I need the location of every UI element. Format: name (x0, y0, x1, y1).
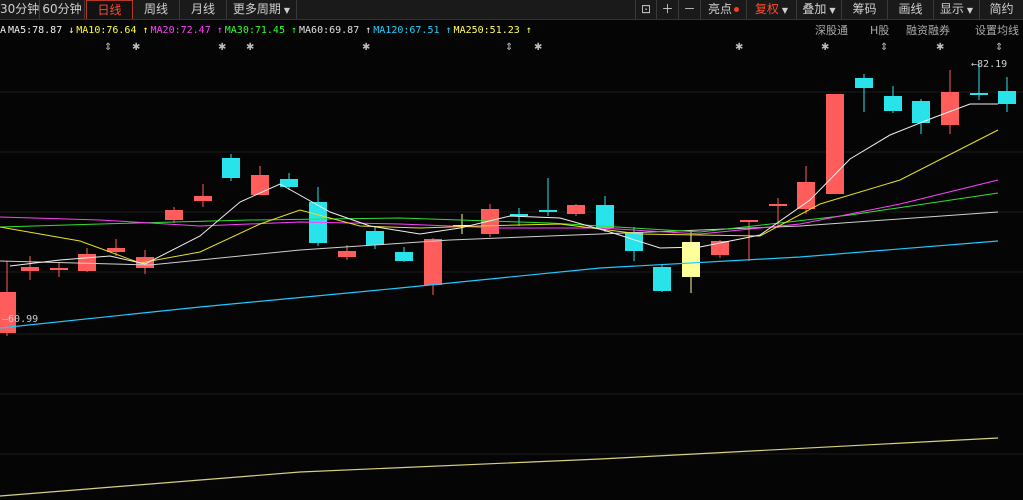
minus-icon[interactable]: － (679, 0, 701, 19)
adjust-dropdown[interactable]: 复权 ▼ (747, 0, 797, 19)
ma-legend-item: MA5:78.87 ↓ (8, 25, 75, 36)
marker-star-icon[interactable]: ✱ (218, 42, 226, 53)
marker-star-icon[interactable]: ✱ (362, 42, 370, 53)
display-dropdown[interactable]: 显示 ▼ (934, 0, 980, 19)
ma-legend-item: MA60:69.87 ↑ (299, 25, 372, 36)
chevron-down-icon: ▼ (283, 6, 291, 15)
candle-body (78, 254, 96, 271)
candle-body (338, 251, 356, 257)
marker-arrow-icon[interactable]: ⇕ (880, 42, 888, 53)
plus-icon[interactable]: ＋ (657, 0, 679, 19)
marker-star-icon[interactable]: ✱ (132, 42, 140, 53)
ma-legend: A MA5:78.87 ↓ MA10:76.64 ↑ MA20:72.47 ↑ MA30… (0, 23, 534, 39)
more-periods-dropdown[interactable]: 更多周期 ▼ (227, 0, 297, 19)
candle-body (826, 94, 844, 194)
margin-trading-link[interactable]: 融资融券 (906, 23, 950, 39)
candle-body (797, 182, 815, 209)
candlestick-chart[interactable] (0, 56, 1023, 500)
ma-legend-prefix: A (0, 25, 7, 36)
chips-button[interactable]: 筹码 (842, 0, 888, 19)
candle-body (165, 210, 183, 220)
ma-legend-item: MA20:72.47 ↑ (150, 25, 223, 36)
ma-legend-item: MA250:51.23 ↑ (453, 25, 532, 36)
marker-arrow-icon[interactable]: ⇕ (995, 42, 1003, 53)
candle-body (395, 252, 413, 261)
candle-body (567, 205, 585, 214)
ma250-line (0, 437, 999, 497)
candle-body (740, 220, 758, 222)
h-share-link[interactable]: H股 (870, 23, 889, 39)
tab-30min[interactable]: 30分钟 (0, 0, 40, 19)
tab-daily[interactable]: 日线 (86, 0, 133, 19)
candle-body (769, 204, 787, 206)
draw-line-button[interactable]: 画线 (888, 0, 934, 19)
candle-body (194, 196, 212, 201)
high-price-value: 82.19 (977, 59, 1008, 70)
display-label: 显示 (939, 2, 964, 16)
chevron-down-icon: ▼ (966, 6, 974, 15)
adjust-label: 复权 (754, 2, 779, 16)
marker-star-icon[interactable]: ✱ (246, 42, 254, 53)
ma5-line (9, 103, 998, 267)
tab-monthly[interactable]: 月线 (180, 0, 227, 19)
marker-star-icon[interactable]: ✱ (936, 42, 944, 53)
candle-body (653, 267, 671, 291)
candle-body (424, 239, 442, 285)
overlay-label: 叠加 (802, 2, 827, 16)
marker-star-icon[interactable]: ✱ (821, 42, 829, 53)
red-dot-icon (734, 7, 739, 12)
period-toolbar: 30分钟 60分钟 日线 周线 月线 更多周期 ▼ ⊡ ＋ － 亮点 复权 ▼ 叠加… (0, 0, 1023, 20)
event-markers: ⇕ ✱ ✱ ✱ ✱ ⇕ ✱ ✱ ✱ ⇕ ✱ ⇕ (0, 42, 1023, 56)
marker-arrow-icon[interactable]: ⇕ (505, 42, 513, 53)
chevron-down-icon: ▼ (781, 6, 789, 15)
low-price-label: —60.99 (2, 314, 39, 325)
highlight-button[interactable]: 亮点 (701, 0, 747, 19)
candle-body (21, 267, 39, 271)
candle-body (941, 92, 959, 125)
lock-icon[interactable]: ⊡ (635, 0, 657, 19)
overlay-dropdown[interactable]: 叠加 ▼ (797, 0, 842, 19)
ma-settings-link[interactable]: 设置均线 (975, 23, 1019, 39)
candle-body (251, 175, 269, 195)
candle-body (970, 93, 988, 95)
tab-60min[interactable]: 60分钟 (40, 0, 85, 19)
low-price-value: 60.99 (8, 314, 39, 325)
marker-arrow-icon[interactable]: ⇕ (104, 42, 112, 53)
candle-body (50, 268, 68, 270)
ma-legend-item: MA10:76.64 ↑ (76, 25, 149, 36)
candle-body (884, 96, 902, 111)
highlight-label: 亮点 (707, 2, 732, 16)
chevron-down-icon: ▼ (829, 6, 836, 15)
candle-body (596, 205, 614, 228)
marker-star-icon[interactable]: ✱ (735, 42, 743, 53)
candle-body (222, 158, 240, 178)
more-periods-label: 更多周期 (232, 2, 281, 16)
ma-legend-item: MA30:71.45 ↑ (224, 25, 298, 36)
ma-legend-item: MA120:67.51 ↑ (373, 25, 452, 36)
candle-body (998, 91, 1016, 104)
hk-connect-link[interactable]: 深股通 (815, 23, 848, 39)
marker-star-icon[interactable]: ✱ (534, 42, 542, 53)
simple-button[interactable]: 简约 (980, 0, 1023, 19)
candle-body (366, 231, 384, 245)
candle-body (539, 210, 557, 212)
ma120-line (0, 240, 999, 329)
high-price-label: ←82.19 (971, 59, 1008, 70)
candle-body (855, 78, 873, 88)
tab-weekly[interactable]: 周线 (133, 0, 180, 19)
ma10-line (0, 129, 999, 264)
